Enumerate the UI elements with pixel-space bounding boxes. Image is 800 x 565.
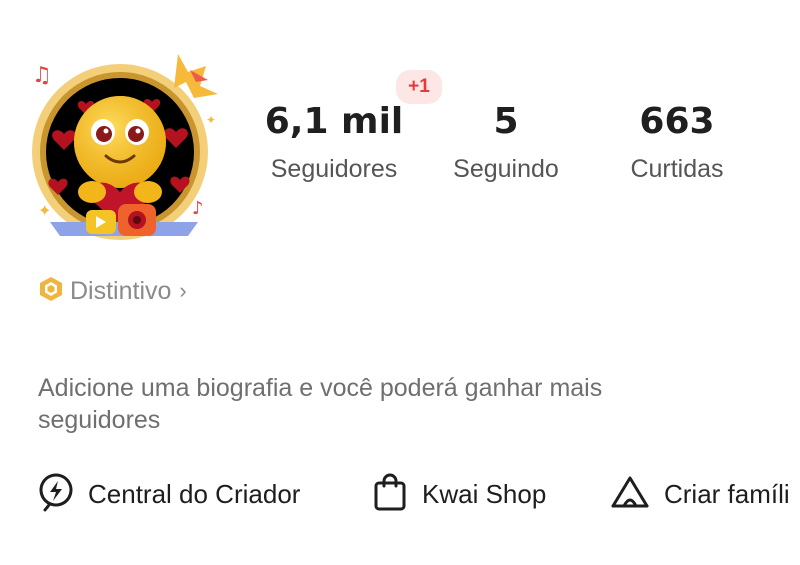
followers-label: Seguidores (270, 155, 398, 183)
criar-familia-button[interactable]: Criar famíli (610, 474, 790, 514)
likes-count: 663 (639, 101, 715, 142)
tent-icon (610, 472, 650, 517)
new-followers-badge: +1 (396, 70, 442, 104)
stat-following[interactable]: 5 Seguindo (436, 102, 576, 184)
kwai-shop-label: Kwai Shop (422, 478, 547, 509)
following-label: Seguindo (453, 155, 559, 183)
profile-page: ♫ ♪ ✦ ✦ +1 6,1 mil Seguidores 5 Seguindo… (0, 0, 800, 565)
svg-text:✦: ✦ (38, 201, 51, 220)
central-do-criador-button[interactable]: Central do Criador (38, 472, 301, 517)
kwai-shop-button[interactable]: Kwai Shop (372, 472, 547, 517)
stat-followers[interactable]: 6,1 mil Seguidores (252, 102, 416, 184)
likes-label: Curtidas (630, 155, 724, 183)
lightning-bolt-icon (38, 472, 74, 517)
avatar-illustration: ♫ ♪ ✦ ✦ (32, 54, 218, 240)
hexagon-badge-icon (38, 276, 64, 307)
criar-familia-label: Criar famíli (664, 478, 790, 509)
svg-text:♪: ♪ (192, 198, 204, 219)
shopping-bag-icon (372, 472, 408, 517)
central-do-criador-label: Central do Criador (88, 478, 301, 509)
svg-text:✦: ✦ (206, 113, 216, 127)
bio-prompt[interactable]: Adicione uma biografia e você poderá gan… (38, 372, 678, 436)
distintivo-label: Distintivo (70, 276, 172, 305)
chevron-right-icon: › (179, 278, 187, 303)
svg-text:♫: ♫ (32, 63, 52, 88)
stat-likes[interactable]: 663 Curtidas (604, 102, 750, 184)
following-count: 5 (493, 101, 519, 142)
followers-count: 6,1 mil (264, 101, 404, 142)
distintivo-link[interactable]: Distintivo › (38, 274, 187, 308)
profile-avatar[interactable]: ♫ ♪ ✦ ✦ (28, 42, 224, 242)
